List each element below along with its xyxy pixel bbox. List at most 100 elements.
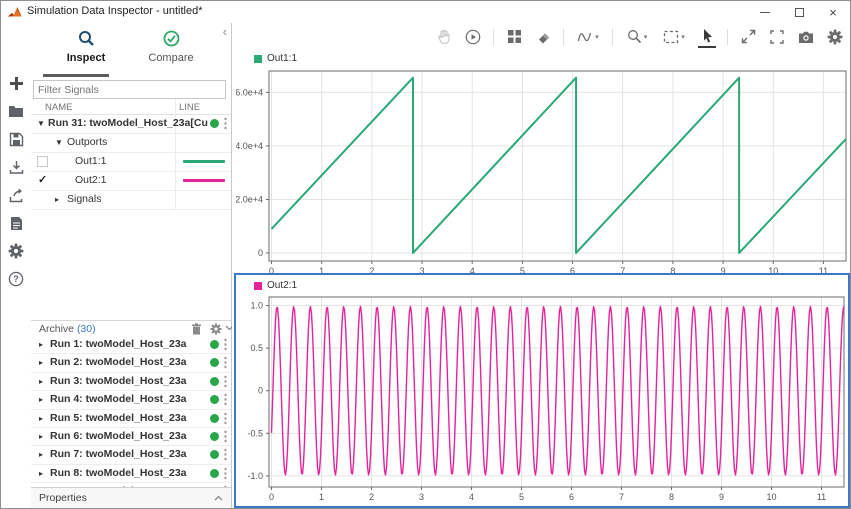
tab-compare[interactable]: Compare [136, 30, 206, 64]
trash-icon[interactable] [191, 323, 202, 335]
run-label: Run 31: twoModel_Host_23a[Current] [48, 117, 208, 129]
legend-color-swatch [254, 282, 262, 290]
signal-name: Out1:1 [75, 155, 107, 167]
signal-row-out2[interactable]: ✓ Out2:1 [31, 171, 231, 191]
chevron-up-icon[interactable] [214, 495, 223, 501]
line-color-swatch [183, 179, 225, 182]
settings-button[interactable] [826, 27, 844, 47]
export-button[interactable] [1, 181, 31, 209]
x-tick-label: 6 [570, 266, 575, 273]
kebab-menu-icon[interactable] [223, 117, 228, 130]
toolbar-separator [727, 29, 728, 45]
kebab-menu-icon[interactable] [223, 356, 228, 369]
x-tick-label: 3 [420, 266, 425, 273]
expand-caret-icon[interactable]: ▸ [39, 395, 43, 404]
preferences-button[interactable] [1, 237, 31, 265]
y-tick-label: 1.0 [250, 301, 263, 311]
signals-group-row[interactable]: ▸ Signals [31, 190, 231, 210]
plot1-legend: Out1:1 [254, 53, 297, 64]
kebab-menu-icon[interactable] [223, 448, 228, 461]
archive-run-row[interactable]: ▸Run 7: twoModel_Host_23a [31, 446, 231, 464]
signal-table-header: NAME LINE [31, 100, 231, 115]
y-tick-label: 0.5 [250, 343, 263, 353]
add-button[interactable] [1, 69, 31, 97]
archive-run-row[interactable]: ▸Run 8: twoModel_Host_23a [31, 465, 231, 483]
minimize-button[interactable] [748, 1, 782, 23]
plot2-canvas[interactable]: 012345678910111.00.50-0.5-1.0 [236, 291, 848, 505]
run-row-current[interactable]: ▼ Run 31: twoModel_Host_23a[Current] [31, 114, 231, 134]
kebab-menu-icon[interactable] [223, 375, 228, 388]
archive-run-label: Run 1: twoModel_Host_23a [50, 338, 187, 350]
expand-caret-icon[interactable]: ▸ [39, 358, 43, 367]
kebab-menu-icon[interactable] [223, 430, 228, 443]
kebab-menu-icon[interactable] [223, 338, 228, 351]
signal-checkbox[interactable] [37, 156, 48, 167]
x-tick-label: 11 [819, 266, 828, 273]
archive-run-row[interactable]: ▸Run 6: twoModel_Host_23a [31, 428, 231, 446]
fullscreen-button[interactable] [768, 27, 786, 47]
expand-caret-icon[interactable]: ▸ [39, 469, 43, 478]
checked-icon[interactable]: ✓ [38, 173, 47, 186]
kebab-menu-icon[interactable] [223, 393, 228, 406]
y-tick-label: 0 [258, 248, 263, 258]
collapse-caret-icon[interactable]: ▼ [37, 119, 45, 128]
archive-run-row[interactable]: ▸ Run 1: twoModel_Host_23a [31, 336, 231, 354]
signal-trace-button[interactable]: ▾ [575, 27, 601, 47]
help-button[interactable]: ? [1, 265, 31, 293]
plot1-canvas[interactable]: 012345678910116.0e+44.0e+42.0e+40 [236, 65, 850, 273]
archive-run-row[interactable]: ▸Run 5: twoModel_Host_23a [31, 410, 231, 428]
clear-subplots-button[interactable] [534, 27, 552, 47]
line-color-swatch [183, 160, 225, 163]
expand-caret-icon[interactable]: ▸ [39, 414, 43, 423]
simulation-data-inspector-window: Simulation Data Inspector - untitled* × [0, 0, 851, 509]
plot2-selected-subplot[interactable]: Out2:1 012345678910111.00.50-0.5-1.0 [234, 273, 850, 508]
expand-caret-icon[interactable]: ▸ [39, 432, 43, 441]
report-button[interactable] [1, 209, 31, 237]
plot-toolbar: ▾ ▾ ▾ [435, 23, 844, 50]
kebab-menu-icon[interactable] [223, 412, 228, 425]
app-sidebar: ? [1, 23, 32, 508]
expand-caret-icon[interactable]: ▸ [39, 377, 43, 386]
archive-run-row[interactable]: ▸ Run 4: twoModel_Host_23a [31, 391, 231, 409]
kebab-menu-icon[interactable] [223, 467, 228, 480]
import-button[interactable] [1, 153, 31, 181]
hand-tool-button[interactable] [435, 27, 453, 47]
archive-run-label: Run 4: twoModel_Host_23a [50, 393, 187, 405]
expand-button[interactable] [739, 27, 757, 47]
filter-signals-input[interactable] [33, 80, 226, 99]
archive-gear-icon[interactable] [210, 323, 222, 335]
close-button[interactable]: × [816, 1, 850, 23]
tab-inspect[interactable]: Inspect [55, 30, 117, 64]
hand-icon [437, 29, 451, 44]
camera-icon [798, 30, 814, 44]
replay-button[interactable] [464, 27, 482, 47]
x-tick-label: 9 [721, 266, 726, 273]
expand-caret-icon[interactable]: ▸ [55, 195, 59, 204]
expand-caret-icon[interactable]: ▸ [39, 450, 43, 459]
properties-bar[interactable]: Properties [31, 487, 231, 508]
fit-to-view-button[interactable]: ▾ [661, 27, 687, 47]
save-button[interactable] [1, 125, 31, 153]
archive-run-row[interactable]: ▸Run 2: twoModel_Host_23a [31, 354, 231, 372]
x-tick-label: 0 [269, 266, 274, 273]
maximize-button[interactable] [782, 1, 816, 23]
collapse-caret-icon[interactable]: ▼ [55, 138, 63, 147]
archive-run-row[interactable]: ▸Run 3: twoModel_Host_23a [31, 373, 231, 391]
pointer-tool-button[interactable] [698, 26, 716, 48]
outports-group-row[interactable]: ▼ Outports [31, 133, 231, 153]
archive-count: (30) [77, 323, 96, 335]
expand-caret-icon[interactable]: ▸ [39, 340, 43, 349]
x-tick-label: 8 [669, 492, 674, 502]
open-button[interactable] [1, 97, 31, 125]
y-tick-label: 6.0e+4 [236, 87, 263, 97]
subplot-layout-button[interactable] [505, 27, 523, 47]
toolbar-separator [563, 29, 564, 45]
collapse-panel-icon[interactable]: ‹ [223, 24, 227, 39]
legend-label: Out2:1 [267, 280, 297, 291]
snapshot-button[interactable] [797, 27, 815, 47]
zoom-tool-button[interactable]: ▾ [624, 27, 650, 47]
x-tick-label: 4 [469, 492, 474, 502]
zoom-magnifier-icon [627, 29, 642, 44]
signal-row-out1[interactable]: Out1:1 [31, 152, 231, 172]
run-status-dot [210, 340, 219, 349]
